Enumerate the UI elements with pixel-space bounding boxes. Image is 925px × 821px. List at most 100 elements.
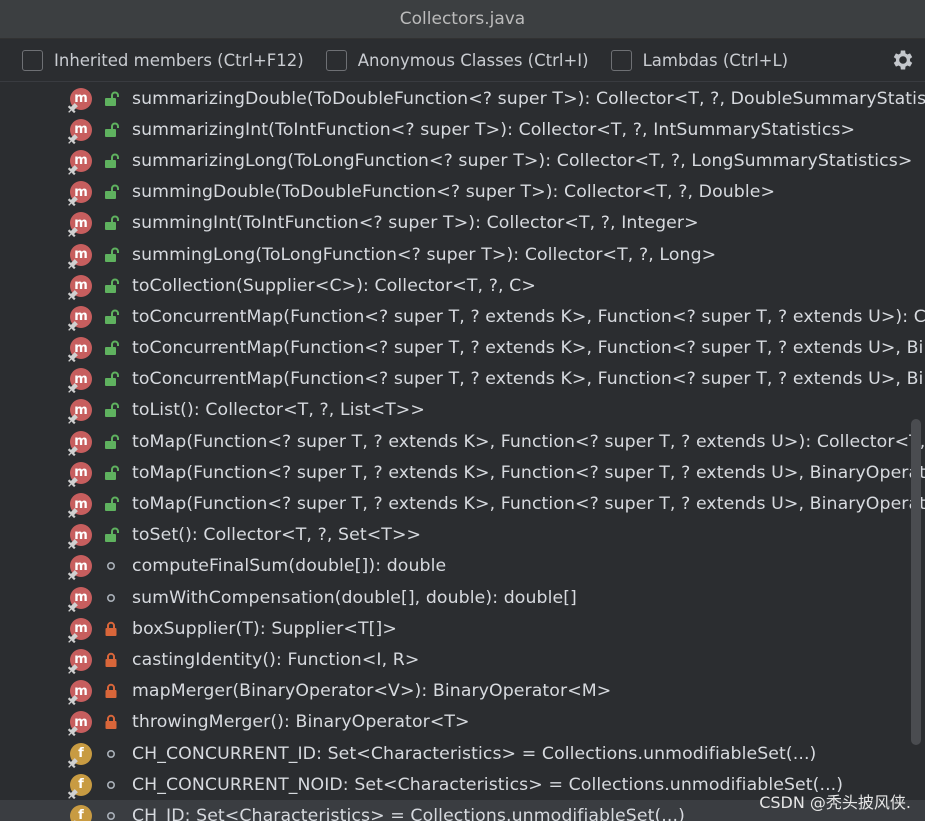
public-lock-open-icon: [105, 215, 119, 231]
member-signature: computeFinalSum(double[]): double: [132, 556, 447, 577]
member-signature: toList(): Collector<T, ?, List<T>>: [132, 400, 425, 421]
private-lock-icon: [105, 621, 117, 636]
member-row[interactable]: m summingDouble(ToDoubleFunction<? super …: [0, 177, 925, 208]
scrollbar-thumb[interactable]: [911, 419, 921, 745]
public-lock-open-icon: [105, 184, 119, 200]
member-list[interactable]: m summarizingDouble(ToDoubleFunction<? su…: [0, 83, 925, 821]
member-row[interactable]: m toConcurrentMap(Function<? super T, ? e…: [0, 301, 925, 332]
public-lock-open-icon: [105, 371, 119, 387]
inherited-members-label: Inherited members (Ctrl+F12): [54, 50, 304, 70]
member-signature: toConcurrentMap(Function<? super T, ? ex…: [132, 338, 925, 359]
structure-popup: Collectors.java Inherited members (Ctrl+…: [0, 0, 925, 821]
public-lock-open-icon: [105, 247, 119, 262]
method-icon: m: [67, 586, 93, 612]
member-row[interactable]: m sumWithCompensation(double[], double): …: [0, 582, 925, 613]
lambdas-label: Lambdas (Ctrl+L): [642, 50, 789, 70]
member-row[interactable]: m computeFinalSum(double[]): double: [0, 551, 925, 582]
checkbox-box[interactable]: [22, 49, 43, 71]
method-icon: m: [67, 180, 93, 207]
member-signature: toMap(Function<? super T, ? extends K>, …: [132, 462, 925, 483]
member-row[interactable]: m summingLong(ToLongFunction<? super T>):…: [0, 239, 925, 270]
package-dot-icon: [107, 593, 116, 602]
public-lock-open-icon: [105, 278, 119, 293]
method-icon: m: [67, 430, 93, 456]
member-row[interactable]: m toMap(Function<? super T, ? extends K>,…: [0, 457, 925, 488]
member-signature: toCollection(Supplier<C>): Collector<T, …: [132, 275, 536, 296]
checkbox-box[interactable]: [610, 49, 632, 71]
gear-icon[interactable]: [890, 47, 916, 73]
method-icon: m: [67, 679, 93, 706]
private-lock-icon: [105, 715, 117, 730]
member-row[interactable]: m summarizingLong(ToLongFunction<? super …: [0, 145, 925, 176]
member-signature: throwingMerger(): BinaryOperator<T>: [132, 712, 470, 733]
method-icon: m: [67, 118, 93, 144]
member-signature: summarizingInt(ToIntFunction<? super T>)…: [132, 119, 856, 140]
member-signature: toSet(): Collector<T, ?, Set<T>>: [132, 525, 422, 546]
filter-toolbar: Inherited members (Ctrl+F12) Anonymous C…: [0, 39, 925, 82]
public-lock-open-icon: [105, 434, 119, 449]
member-signature: summingLong(ToLongFunction<? super T>): …: [132, 244, 717, 265]
member-signature: toMap(Function<? super T, ? extends K>, …: [132, 494, 925, 515]
member-signature: toConcurrentMap(Function<? super T, ? ex…: [132, 306, 925, 327]
method-icon: m: [67, 648, 93, 675]
member-signature: toConcurrentMap(Function<? super T, ? ex…: [132, 369, 925, 390]
public-lock-open-icon: [105, 465, 119, 480]
member-signature: summingDouble(ToDoubleFunction<? super T…: [132, 182, 776, 203]
method-icon: m: [67, 336, 93, 363]
member-row[interactable]: m toList(): Collector<T, ?, List<T>>: [0, 395, 925, 426]
method-icon: m: [67, 617, 93, 643]
public-lock-open-icon: [105, 403, 119, 418]
package-dot-icon: [107, 562, 116, 571]
member-row[interactable]: m throwingMerger(): BinaryOperator<T>: [0, 707, 925, 738]
method-icon: m: [67, 87, 93, 113]
member-signature: CH_CONCURRENT_ID: Set<Characteristics> =…: [132, 743, 817, 764]
member-row[interactable]: f CH_CONCURRENT_ID: Set<Characteristics> …: [0, 738, 925, 769]
method-icon: m: [67, 492, 93, 519]
field-icon: f: [67, 742, 93, 768]
method-icon: m: [67, 710, 93, 737]
member-signature: sumWithCompensation(double[], double): d…: [132, 587, 577, 608]
member-row[interactable]: m mapMerger(BinaryOperator<V>): BinaryOpe…: [0, 676, 925, 707]
member-row[interactable]: m boxSupplier(T): Supplier<T[]>: [0, 613, 925, 644]
member-row[interactable]: m summarizingDouble(ToDoubleFunction<? su…: [0, 83, 925, 114]
public-lock-open-icon: [105, 527, 119, 543]
public-lock-open-icon: [105, 122, 119, 137]
member-row[interactable]: m summarizingInt(ToIntFunction<? super T>…: [0, 114, 925, 145]
public-lock-open-icon: [105, 153, 119, 168]
public-lock-open-icon: [105, 309, 119, 324]
member-signature: summarizingDouble(ToDoubleFunction<? sup…: [132, 88, 925, 109]
inherited-members-checkbox[interactable]: Inherited members (Ctrl+F12): [22, 49, 304, 71]
member-row[interactable]: m toConcurrentMap(Function<? super T, ? e…: [0, 364, 925, 395]
member-signature: CH_ID: Set<Characteristics> = Collection…: [132, 805, 685, 821]
member-row[interactable]: m toMap(Function<? super T, ? extends K>,…: [0, 426, 925, 457]
member-row[interactable]: m toMap(Function<? super T, ? extends K>,…: [0, 488, 925, 519]
checkbox-box[interactable]: [325, 49, 347, 71]
lambdas-checkbox[interactable]: Lambdas (Ctrl+L): [610, 49, 789, 71]
member-signature: boxSupplier(T): Supplier<T[]>: [132, 618, 397, 639]
popup-title: Collectors.java: [0, 0, 925, 39]
member-signature: castingIdentity(): Function<I, R>: [132, 649, 420, 670]
member-row[interactable]: m toConcurrentMap(Function<? super T, ? e…: [0, 333, 925, 364]
watermark: CSDN @秃头披风侠.: [759, 793, 911, 812]
method-icon: m: [67, 149, 93, 176]
member-signature: summarizingLong(ToLongFunction<? super T…: [132, 150, 913, 171]
anonymous-classes-checkbox[interactable]: Anonymous Classes (Ctrl+I): [325, 49, 589, 71]
member-signature: mapMerger(BinaryOperator<V>): BinaryOper…: [132, 681, 612, 702]
member-row[interactable]: m summingInt(ToIntFunction<? super T>): C…: [0, 208, 925, 239]
package-dot-icon: [107, 811, 116, 820]
member-row[interactable]: m toSet(): Collector<T, ?, Set<T>>: [0, 520, 925, 551]
method-icon: m: [67, 367, 93, 394]
method-icon: m: [67, 305, 93, 332]
method-icon: m: [67, 554, 93, 581]
method-icon: m: [67, 243, 93, 269]
method-icon: m: [67, 461, 93, 488]
field-icon: f: [67, 773, 93, 799]
member-signature: toMap(Function<? super T, ? extends K>, …: [132, 431, 925, 452]
public-lock-open-icon: [105, 496, 119, 512]
anonymous-classes-label: Anonymous Classes (Ctrl+I): [357, 50, 589, 70]
package-dot-icon: [107, 780, 116, 789]
public-lock-open-icon: [105, 340, 119, 356]
member-row[interactable]: m castingIdentity(): Function<I, R>: [0, 644, 925, 675]
private-lock-icon: [105, 684, 117, 699]
member-row[interactable]: m toCollection(Supplier<C>): Collector<T,…: [0, 270, 925, 301]
